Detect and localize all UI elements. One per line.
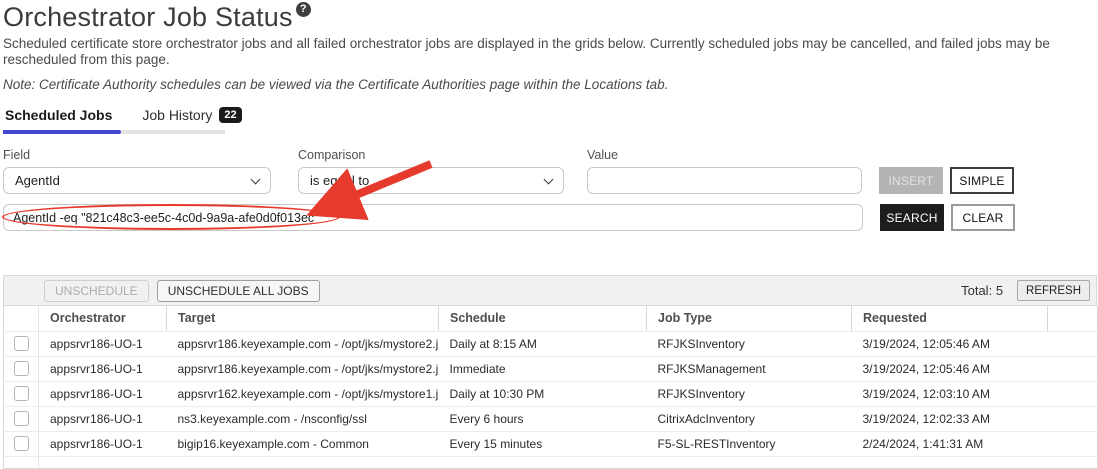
tab-job-history[interactable]: Job History 22 xyxy=(142,107,241,130)
simple-button[interactable]: SIMPLE xyxy=(950,167,1014,194)
tab-underline-track xyxy=(121,130,225,134)
cell-end xyxy=(1048,356,1098,381)
tab-job-history-label: Job History xyxy=(142,107,212,123)
field-select[interactable]: AgentId xyxy=(3,167,271,194)
job-history-count-badge: 22 xyxy=(219,107,241,123)
total-value: 5 xyxy=(996,283,1003,298)
cell-job-type: RFJKSInventory xyxy=(647,331,852,356)
cell-schedule: Daily at 8:15 AM xyxy=(439,331,647,356)
cell-target: ns3.keyexample.com - /nsconfig/ssl xyxy=(167,406,439,431)
table-footer-row xyxy=(4,456,1098,468)
value-input[interactable] xyxy=(587,167,862,194)
query-input[interactable] xyxy=(3,204,863,231)
tab-underline xyxy=(3,130,225,134)
cell-orchestrator: appsrvr186-UO-1 xyxy=(39,431,167,456)
table-row[interactable]: appsrvr186-UO-1 appsrvr186.keyexample.co… xyxy=(4,356,1098,381)
comparison-select-value: is equal to xyxy=(310,173,369,188)
field-select-value: AgentId xyxy=(15,173,60,188)
cell-end xyxy=(1048,431,1098,456)
row-checkbox[interactable] xyxy=(14,436,29,451)
table-row[interactable]: appsrvr186-UO-1 bigip16.keyexample.com -… xyxy=(4,431,1098,456)
query-row: SEARCH CLEAR xyxy=(3,204,1096,231)
page-title: Orchestrator Job Status xyxy=(3,2,293,32)
tab-scheduled-jobs[interactable]: Scheduled Jobs xyxy=(5,107,112,130)
tab-bar: Scheduled Jobs Job History 22 xyxy=(3,107,1096,130)
field-label: Field xyxy=(3,148,271,162)
cell-job-type: RFJKSManagement xyxy=(647,356,852,381)
total-label: Total: xyxy=(961,283,992,298)
cell-requested: 3/19/2024, 12:05:46 AM xyxy=(852,356,1048,381)
chevron-down-icon xyxy=(251,174,261,184)
comparison-select[interactable]: is equal to xyxy=(298,167,564,194)
cell-job-type: RFJKSInventory xyxy=(647,381,852,406)
page-description: Scheduled certificate store orchestrator… xyxy=(3,36,1088,68)
cell-target: appsrvr186.keyexample.com - /opt/jks/mys… xyxy=(167,356,439,381)
comparison-label: Comparison xyxy=(298,148,564,162)
unschedule-all-jobs-button[interactable]: UNSCHEDULE ALL JOBS xyxy=(157,280,320,302)
cell-orchestrator: appsrvr186-UO-1 xyxy=(39,381,167,406)
tab-scheduled-jobs-label: Scheduled Jobs xyxy=(5,107,112,123)
table-row[interactable]: appsrvr186-UO-1 appsrvr162.keyexample.co… xyxy=(4,381,1098,406)
row-checkbox-cell xyxy=(4,381,39,406)
column-header-schedule[interactable]: Schedule xyxy=(439,306,647,331)
cell-target: bigip16.keyexample.com - Common xyxy=(167,431,439,456)
orchestrator-job-status-page: Orchestrator Job Status ? Scheduled cert… xyxy=(0,0,1098,469)
cell-schedule: Every 6 hours xyxy=(439,406,647,431)
column-header-job-type[interactable]: Job Type xyxy=(647,306,852,331)
refresh-button[interactable]: REFRESH xyxy=(1017,280,1090,301)
cell-schedule: Daily at 10:30 PM xyxy=(439,381,647,406)
page-note: Note: Certificate Authority schedules ca… xyxy=(3,77,1096,92)
title-row: Orchestrator Job Status ? xyxy=(3,2,1096,32)
cell-requested: 3/19/2024, 12:05:46 AM xyxy=(852,331,1048,356)
cell-requested: 2/24/2024, 1:41:31 AM xyxy=(852,431,1048,456)
cell-end xyxy=(1048,406,1098,431)
cell-end xyxy=(1048,381,1098,406)
cell-job-type: CitrixAdcInventory xyxy=(647,406,852,431)
jobs-table: Orchestrator Target Schedule Job Type Re… xyxy=(3,306,1098,469)
row-checkbox[interactable] xyxy=(14,411,29,426)
row-checkbox[interactable] xyxy=(14,336,29,351)
cell-schedule: Immediate xyxy=(439,356,647,381)
table-header-row: Orchestrator Target Schedule Job Type Re… xyxy=(4,306,1098,331)
cell-orchestrator: appsrvr186-UO-1 xyxy=(39,406,167,431)
chevron-down-icon xyxy=(544,174,554,184)
search-filter-panel: Field AgentId Comparison is equal to Val… xyxy=(3,148,1096,231)
insert-button[interactable]: INSERT xyxy=(879,167,943,194)
help-icon[interactable]: ? xyxy=(296,2,311,17)
column-header-end xyxy=(1048,306,1098,331)
checkbox-column-header xyxy=(4,306,39,331)
cell-orchestrator: appsrvr186-UO-1 xyxy=(39,356,167,381)
row-checkbox-cell xyxy=(4,331,39,356)
cell-requested: 3/19/2024, 12:03:10 AM xyxy=(852,381,1048,406)
cell-end xyxy=(1048,331,1098,356)
column-header-orchestrator[interactable]: Orchestrator xyxy=(39,306,167,331)
search-button[interactable]: SEARCH xyxy=(880,204,944,231)
cell-target: appsrvr186.keyexample.com - /opt/jks/mys… xyxy=(167,331,439,356)
active-tab-indicator xyxy=(3,130,121,134)
row-checkbox-cell xyxy=(4,356,39,381)
value-label: Value xyxy=(587,148,862,162)
cell-target: appsrvr162.keyexample.com - /opt/jks/mys… xyxy=(167,381,439,406)
cell-schedule: Every 15 minutes xyxy=(439,431,647,456)
unschedule-button[interactable]: UNSCHEDULE xyxy=(44,280,149,302)
cell-job-type: F5-SL-RESTInventory xyxy=(647,431,852,456)
column-header-requested[interactable]: Requested xyxy=(852,306,1048,331)
column-header-target[interactable]: Target xyxy=(167,306,439,331)
scheduled-jobs-grid: UNSCHEDULE UNSCHEDULE ALL JOBS Total: 5 … xyxy=(3,275,1097,469)
table-row[interactable]: appsrvr186-UO-1 ns3.keyexample.com - /ns… xyxy=(4,406,1098,431)
total-count: Total: 5 xyxy=(961,283,1003,298)
row-checkbox[interactable] xyxy=(14,361,29,376)
grid-toolbar: UNSCHEDULE UNSCHEDULE ALL JOBS Total: 5 … xyxy=(3,275,1097,306)
cell-orchestrator: appsrvr186-UO-1 xyxy=(39,331,167,356)
cell-requested: 3/19/2024, 12:02:33 AM xyxy=(852,406,1048,431)
clear-button[interactable]: CLEAR xyxy=(951,204,1015,231)
row-checkbox-cell xyxy=(4,431,39,456)
row-checkbox[interactable] xyxy=(14,386,29,401)
row-checkbox-cell xyxy=(4,406,39,431)
table-row[interactable]: appsrvr186-UO-1 appsrvr186.keyexample.co… xyxy=(4,331,1098,356)
